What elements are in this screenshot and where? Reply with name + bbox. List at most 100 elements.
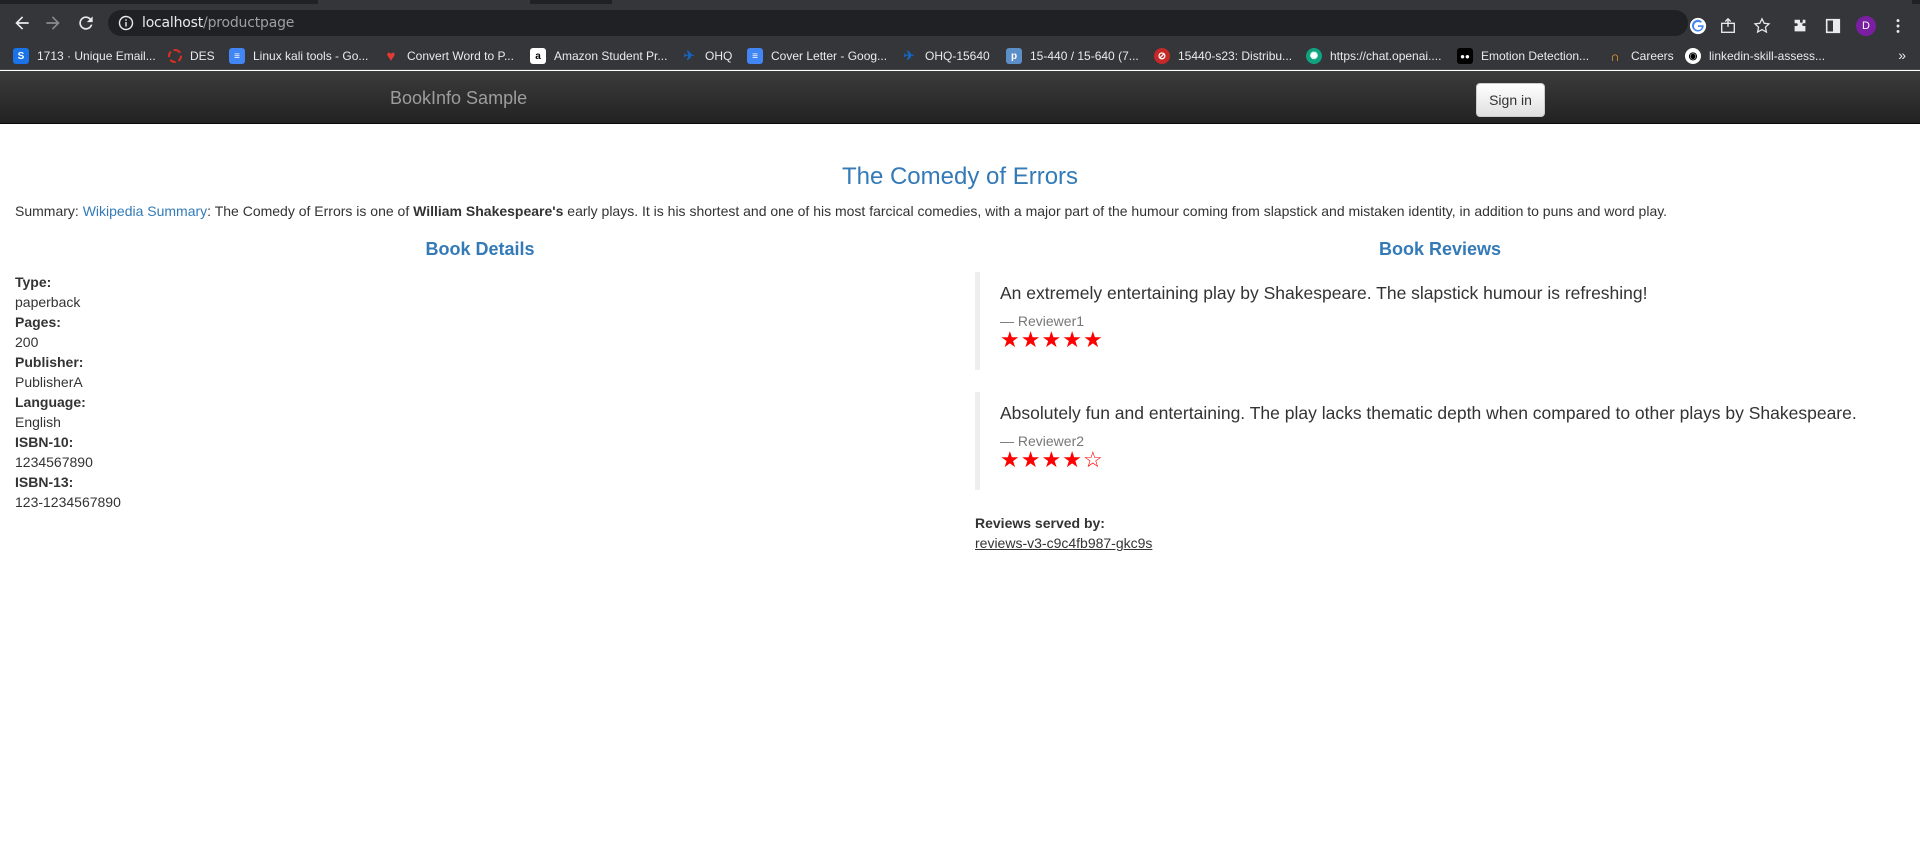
reviews-pod-link[interactable]: reviews-v3-c9c4fb987-gkc9s	[975, 533, 1152, 553]
bookmark-label: linkedin-skill-assess...	[1709, 49, 1826, 63]
bookmark-item[interactable]: ≡ Cover Letter - Goog...	[747, 47, 887, 65]
book-title: The Comedy of Errors	[841, 163, 1079, 190]
bookmark-item[interactable]: ≡ Linux kali tools - Go...	[229, 47, 368, 65]
bookmark-label: DES	[190, 49, 215, 63]
address-bar[interactable]: localhost/productpage	[108, 10, 1688, 36]
back-icon[interactable]	[10, 11, 34, 35]
detail-label: Language:	[15, 394, 86, 410]
star-filled-icon: ★	[1041, 327, 1063, 352]
google-docs-icon: ≡	[747, 48, 763, 64]
brand-link[interactable]: BookInfo Sample	[390, 88, 527, 109]
bookmark-item[interactable]: ∩ Careers	[1607, 47, 1674, 65]
star-filled-icon: ★	[1000, 327, 1021, 352]
bookmark-label: https://chat.openai....	[1330, 49, 1442, 63]
detail-value: 123-1234567890	[15, 494, 121, 510]
review-card: An extremely entertaining play by Shakes…	[975, 272, 1915, 370]
star-rating: ★★★★☆	[1000, 449, 1915, 471]
book-reviews-heading: Book Reviews	[1378, 239, 1502, 259]
star-filled-icon: ★	[1020, 447, 1042, 472]
detail-value: English	[15, 414, 61, 430]
star-filled-icon: ★	[1062, 327, 1083, 352]
browser-menu-icon[interactable]	[1888, 16, 1908, 36]
profile-avatar[interactable]: D	[1856, 16, 1876, 36]
github-icon: ◉	[1685, 48, 1701, 64]
book-details-list: Type: paperback Pages: 200 Publisher: Pu…	[15, 272, 121, 512]
detail-value: PublisherA	[15, 374, 83, 390]
detail-value: 1234567890	[15, 454, 93, 470]
google-icon[interactable]	[1688, 16, 1708, 36]
amazon-icon: a	[530, 48, 546, 64]
bookmark-label: 1713 · Unique Email...	[37, 49, 156, 63]
blocked-icon: ⊘	[1154, 48, 1170, 64]
bookmark-label: OHQ	[705, 49, 733, 63]
summary-text: early plays. It is his shortest and one …	[563, 203, 1668, 219]
reload-icon[interactable]	[74, 11, 98, 35]
detail-label: Pages:	[15, 314, 61, 330]
bookmark-item[interactable]: ✺ https://chat.openai....	[1306, 47, 1441, 65]
reviewer-name: — Reviewer2	[1000, 433, 1085, 449]
reviews-served-by: Reviews served by: reviews-v3-c9c4fb987-…	[975, 513, 1152, 553]
browser-toolbar: localhost/productpage D	[0, 4, 1920, 42]
bookmark-item[interactable]: ♥ Convert Word to P...	[383, 47, 514, 65]
star-empty-icon: ☆	[1082, 447, 1104, 472]
ohq-icon: ✈	[903, 48, 915, 63]
bookmark-label: Linux kali tools - Go...	[253, 49, 369, 63]
openai-icon: ✺	[1306, 48, 1322, 64]
bookmark-label: 15440-s23: Distribu...	[1178, 49, 1293, 63]
share-icon[interactable]	[1718, 16, 1738, 36]
url-text: localhost/productpage	[142, 15, 294, 31]
bookmark-label: Careers	[1631, 49, 1674, 63]
reviewer-name: — Reviewer1	[1000, 313, 1085, 329]
bookmark-label: Emotion Detection...	[1481, 49, 1590, 63]
bookmark-label: Amazon Student Pr...	[554, 49, 668, 63]
bookmark-item[interactable]: a Amazon Student Pr...	[530, 47, 667, 65]
wikipedia-summary-link[interactable]: Wikipedia Summary	[83, 203, 207, 219]
star-filled-icon: ★	[1041, 447, 1063, 472]
bookmark-star-icon[interactable]	[1752, 16, 1772, 36]
forward-icon[interactable]	[41, 11, 65, 35]
review-card: Absolutely fun and entertaining. The pla…	[975, 392, 1915, 490]
book-summary: Summary: Wikipedia Summary: The Comedy o…	[15, 203, 1667, 219]
extensions-icon[interactable]	[1790, 16, 1810, 36]
detail-value: paperback	[15, 294, 81, 310]
bookmark-item[interactable]: ◉ linkedin-skill-assess...	[1685, 47, 1825, 65]
book-details-heading: Book Details	[425, 239, 535, 259]
bookmark-item[interactable]: ⊘ 15440-s23: Distribu...	[1154, 47, 1292, 65]
medium-icon: ●●	[1457, 48, 1473, 64]
star-filled-icon: ★	[1000, 447, 1021, 472]
ohq-icon: ✈	[683, 48, 695, 63]
summary-prefix: Summary:	[15, 203, 83, 219]
bookmark-item[interactable]: p 15-440 / 15-640 (7...	[1006, 47, 1139, 65]
detail-label: Publisher:	[15, 354, 84, 370]
star-rating: ★★★★★	[1000, 329, 1915, 351]
star-filled-icon: ★	[1020, 327, 1042, 352]
detail-label: ISBN-13:	[15, 474, 74, 490]
bookmarks-bar: S 1713 · Unique Email... DES ≡ Linux kali …	[0, 42, 1920, 70]
app-navbar: BookInfo Sample Sign in	[0, 71, 1920, 124]
site-info-icon[interactable]	[118, 15, 134, 31]
review-text: An extremely entertaining play by Shakes…	[1000, 283, 1648, 303]
summary-text: : The Comedy of Errors is one of	[207, 203, 414, 219]
bookmark-item[interactable]: ✈ OHQ	[681, 47, 733, 65]
url-path: /productpage	[203, 15, 295, 31]
bookmark-item[interactable]: ●● Emotion Detection...	[1457, 47, 1589, 65]
review-text: Absolutely fun and entertaining. The pla…	[1000, 403, 1857, 423]
bookmark-label: OHQ-15640	[925, 49, 990, 63]
bookmark-item[interactable]: ✈ OHQ-15640	[901, 47, 990, 65]
bookmark-item[interactable]: DES	[168, 47, 215, 65]
side-panel-icon[interactable]	[1823, 16, 1843, 36]
careers-icon: ∩	[1610, 48, 1620, 64]
piazza-icon: p	[1006, 48, 1022, 64]
bookmark-item[interactable]: S 1713 · Unique Email...	[13, 47, 156, 65]
bookmark-label: Cover Letter - Goog...	[771, 49, 888, 63]
url-host: localhost	[142, 15, 204, 31]
sign-in-button[interactable]: Sign in	[1476, 83, 1545, 117]
more-bookmarks-button[interactable]: »	[1898, 47, 1906, 63]
heart-icon: ♥	[386, 47, 396, 65]
summary-author: William Shakespeare's	[413, 203, 564, 219]
dashed-circle-icon	[168, 49, 182, 63]
detail-label: ISBN-10:	[15, 434, 74, 450]
star-filled-icon: ★	[1062, 447, 1083, 472]
served-by-label: Reviews served by:	[975, 515, 1105, 531]
detail-label: Type:	[15, 274, 52, 290]
